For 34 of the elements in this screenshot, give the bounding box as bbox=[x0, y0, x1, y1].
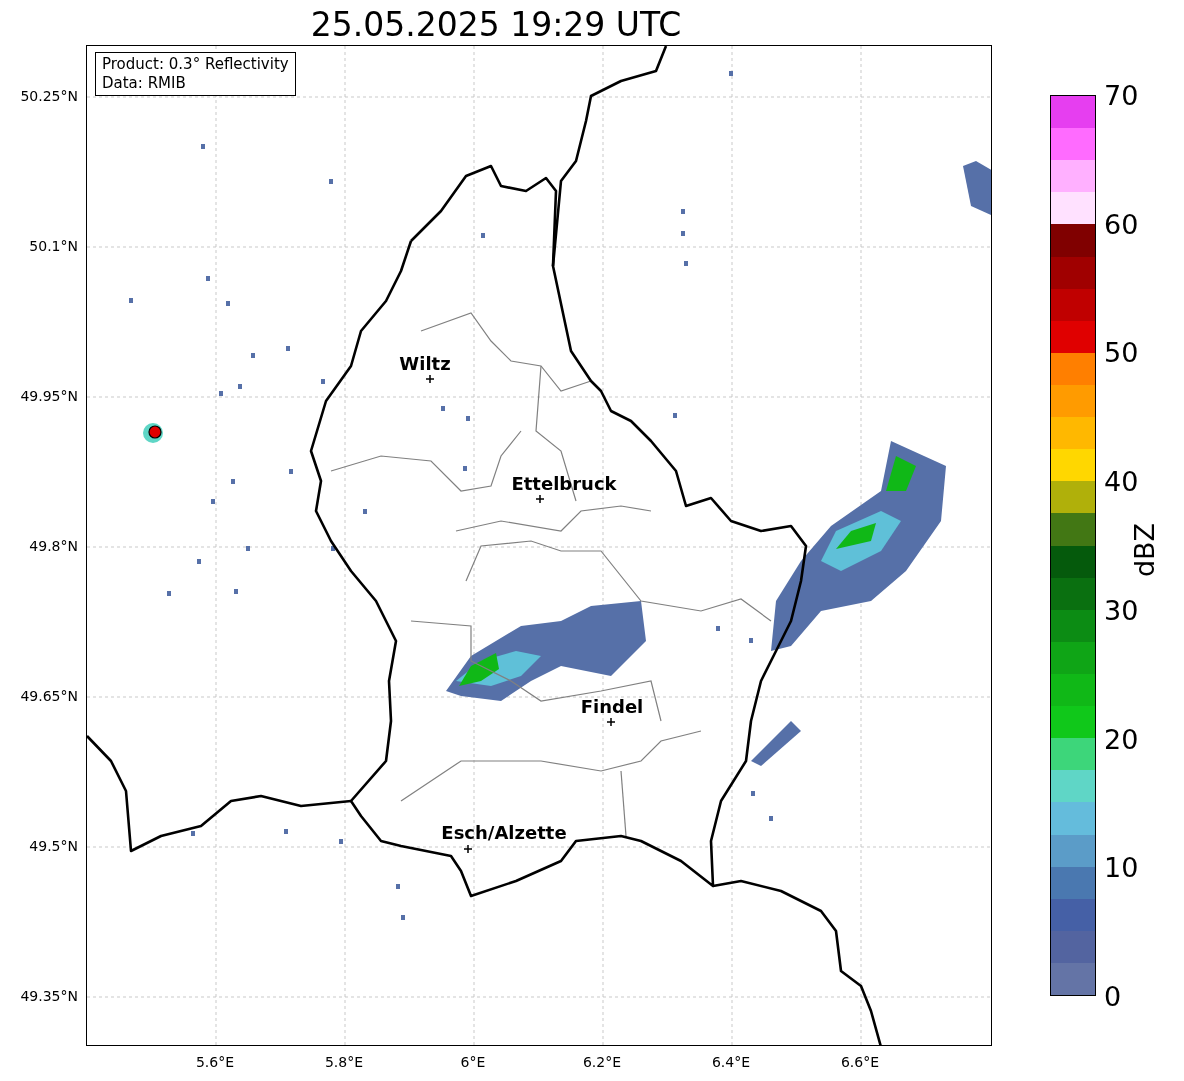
scale-tick-label: 0 bbox=[1104, 982, 1122, 1010]
scale-tick-label: 50 bbox=[1104, 338, 1139, 366]
scale-tick-label: 20 bbox=[1104, 725, 1139, 753]
city-marker-icon bbox=[425, 374, 435, 384]
city-marker-icon bbox=[606, 717, 616, 727]
latitude-label: 49.35°N bbox=[20, 988, 78, 1004]
latitude-label: 50.25°N bbox=[20, 88, 78, 104]
latitude-label: 49.65°N bbox=[20, 688, 78, 704]
latitude-label: 49.8°N bbox=[29, 538, 78, 554]
scale-tick-label: 70 bbox=[1104, 81, 1139, 109]
scale-unit-label: dBZ bbox=[1128, 522, 1160, 578]
longitude-label: 6.6°E bbox=[840, 1054, 880, 1070]
scale-tick-label: 40 bbox=[1104, 467, 1139, 495]
city-label: Wiltz bbox=[399, 352, 451, 374]
latitude-label: 49.5°N bbox=[29, 838, 78, 854]
longitude-label: 5.6°E bbox=[195, 1054, 235, 1070]
info-text: Product: 0.3° Reflectivity bbox=[102, 55, 289, 74]
city-marker-icon bbox=[535, 494, 545, 504]
latitude-label: 49.95°N bbox=[20, 388, 78, 404]
longitude-label: 6.2°E bbox=[582, 1054, 622, 1070]
city-label: Ettelbruck bbox=[511, 472, 617, 494]
radar-site-marker bbox=[148, 425, 162, 439]
scale-tick-label: 10 bbox=[1104, 853, 1139, 881]
city-label: Esch/Alzette bbox=[441, 821, 567, 843]
longitude-label: 5.8°E bbox=[324, 1054, 364, 1070]
map-title: 25.05.2025 19:29 UTC bbox=[310, 5, 682, 44]
info-text: Data: RMIB bbox=[102, 74, 187, 93]
city-label: Findel bbox=[580, 695, 644, 717]
scale-tick-label: 60 bbox=[1104, 210, 1139, 238]
scale-tick-label: 30 bbox=[1104, 596, 1139, 624]
city-marker-icon bbox=[463, 844, 473, 854]
longitude-label: 6.4°E bbox=[711, 1054, 751, 1070]
longitude-label: 6°E bbox=[460, 1054, 486, 1070]
latitude-label: 50.1°N bbox=[29, 238, 78, 254]
